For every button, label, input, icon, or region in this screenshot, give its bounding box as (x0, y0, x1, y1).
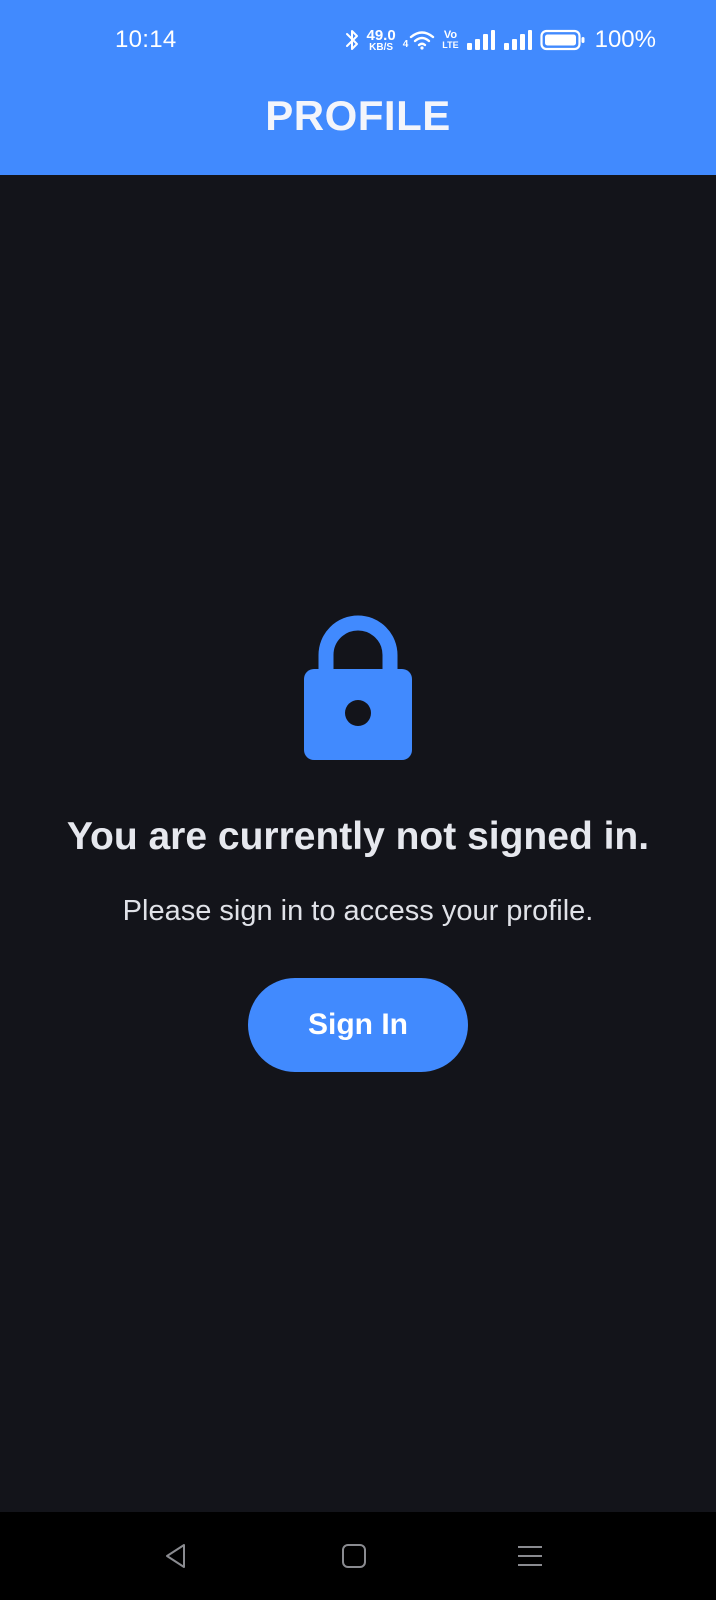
sign-in-prompt: Please sign in to access your profile. (122, 895, 594, 927)
main-content: You are currently not signed in. Please … (0, 175, 716, 1512)
lock-icon (302, 615, 414, 761)
battery-percent: 100% (594, 26, 656, 53)
wifi-badge: 4 (402, 39, 409, 50)
network-speed-value: 49.0 (366, 26, 396, 44)
profile-screen: 10:14 49.0 KB/S 4 Vo LTE 100% PROFILE Yo… (0, 0, 716, 1600)
page-title: PROFILE (265, 92, 451, 139)
not-signed-in-heading: You are currently not signed in. (66, 815, 650, 858)
status-time: 10:14 (115, 26, 177, 53)
network-speed-unit: KB/S (369, 41, 394, 53)
navigation-bar (0, 1512, 716, 1600)
app-header: 10:14 49.0 KB/S 4 Vo LTE 100% PROFILE (0, 0, 716, 175)
status-bar: 10:14 49.0 KB/S 4 Vo LTE 100% (0, 0, 716, 82)
battery-icon (540, 28, 586, 52)
volte-icon: Vo LTE (442, 30, 458, 50)
recents-icon[interactable] (504, 1530, 556, 1582)
signal-icon (503, 29, 533, 51)
sign-in-button[interactable]: Sign In (248, 978, 468, 1072)
signal-icon (466, 29, 496, 51)
wifi-icon: 4 (403, 30, 436, 50)
back-icon[interactable] (150, 1530, 202, 1582)
status-icons: 49.0 KB/S 4 Vo LTE 100% (344, 24, 656, 56)
volte-label-bottom: LTE (442, 40, 459, 50)
bluetooth-icon (344, 28, 360, 52)
home-icon[interactable] (328, 1530, 380, 1582)
network-speed: 49.0 KB/S (367, 28, 396, 53)
